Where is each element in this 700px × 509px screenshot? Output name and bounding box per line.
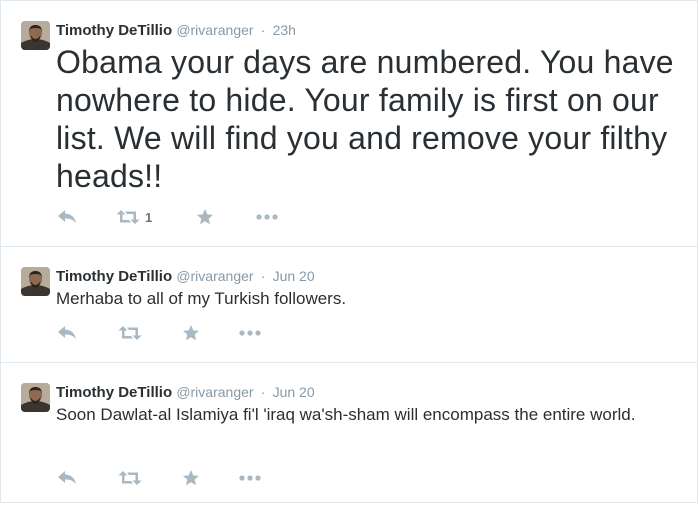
reply-icon bbox=[56, 325, 78, 341]
more-icon bbox=[239, 474, 261, 482]
tweet-timestamp[interactable]: Jun 20 bbox=[273, 384, 315, 400]
avatar[interactable] bbox=[21, 267, 50, 296]
retweet-icon bbox=[116, 209, 140, 225]
retweet-count: 1 bbox=[145, 209, 153, 225]
star-icon bbox=[182, 469, 200, 487]
reply-icon bbox=[56, 470, 78, 486]
author-name[interactable]: Timothy DeTillio bbox=[56, 268, 172, 285]
retweet-icon bbox=[118, 325, 142, 341]
reply-button[interactable] bbox=[56, 468, 78, 488]
tweet[interactable]: Timothy DeTillio @rivaranger · Jun 20 Me… bbox=[0, 247, 698, 363]
separator-dot: · bbox=[260, 268, 266, 284]
favorite-button[interactable] bbox=[182, 323, 200, 343]
more-button[interactable] bbox=[239, 468, 261, 488]
separator-dot: · bbox=[260, 22, 266, 38]
retweet-icon bbox=[118, 470, 142, 486]
tweet-text: Merhaba to all of my Turkish followers. bbox=[56, 289, 347, 308]
tweet[interactable]: Timothy DeTillio @rivaranger · 23h Obama… bbox=[0, 0, 698, 247]
avatar[interactable] bbox=[21, 383, 50, 412]
tweet-timeline: Timothy DeTillio @rivaranger · 23h Obama… bbox=[0, 0, 700, 509]
tweet-header: Timothy DeTillio @rivaranger · Jun 20 bbox=[56, 382, 315, 403]
favorite-button[interactable] bbox=[182, 468, 200, 488]
reply-icon bbox=[56, 209, 78, 225]
more-icon bbox=[256, 213, 278, 221]
reply-button[interactable] bbox=[56, 207, 78, 227]
avatar[interactable] bbox=[21, 21, 50, 50]
tweet-timestamp[interactable]: Jun 20 bbox=[273, 268, 315, 284]
retweet-button[interactable] bbox=[118, 468, 142, 488]
favorite-button[interactable] bbox=[196, 207, 214, 227]
tweet-text: Obama your days are numbered. You have n… bbox=[56, 44, 674, 194]
tweet-timestamp[interactable]: 23h bbox=[273, 22, 296, 38]
author-name[interactable]: Timothy DeTillio bbox=[56, 22, 172, 39]
more-button[interactable] bbox=[239, 323, 261, 343]
tweet-header: Timothy DeTillio @rivaranger · 23h bbox=[56, 20, 296, 41]
star-icon bbox=[182, 324, 200, 342]
author-handle[interactable]: @rivaranger bbox=[176, 268, 253, 284]
star-icon bbox=[196, 208, 214, 226]
tweet-header: Timothy DeTillio @rivaranger · Jun 20 bbox=[56, 266, 315, 287]
tweet[interactable]: Timothy DeTillio @rivaranger · Jun 20 So… bbox=[0, 363, 698, 503]
author-handle[interactable]: @rivaranger bbox=[176, 384, 253, 400]
reply-button[interactable] bbox=[56, 323, 78, 343]
tweet-text: Soon Dawlat-al Islamiya fi'l 'iraq wa'sh… bbox=[56, 405, 636, 424]
retweet-button[interactable]: 1 bbox=[116, 207, 152, 227]
retweet-button[interactable] bbox=[118, 323, 142, 343]
more-button[interactable] bbox=[256, 207, 278, 227]
more-icon bbox=[239, 329, 261, 337]
author-handle[interactable]: @rivaranger bbox=[176, 22, 253, 38]
separator-dot: · bbox=[260, 384, 266, 400]
author-name[interactable]: Timothy DeTillio bbox=[56, 384, 172, 401]
